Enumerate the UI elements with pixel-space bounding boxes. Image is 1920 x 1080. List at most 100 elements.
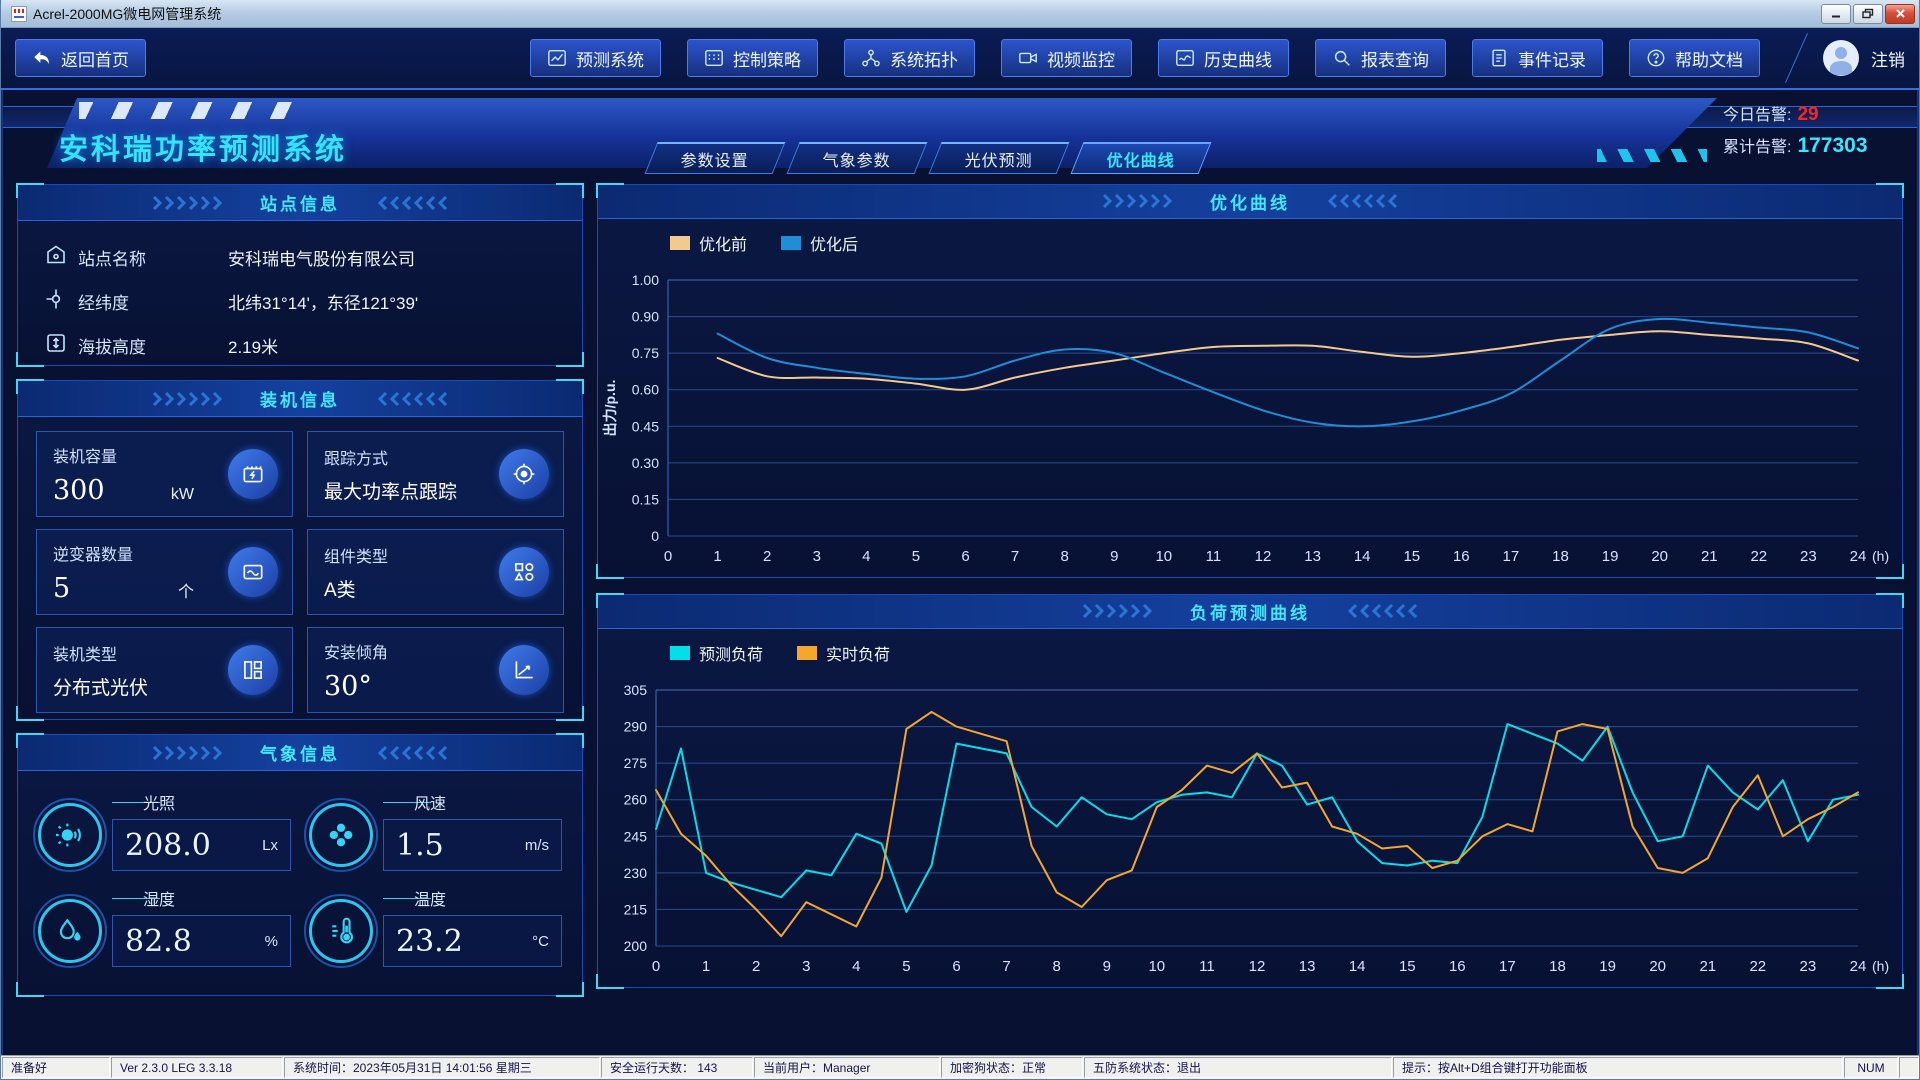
svg-text:290: 290 bbox=[624, 719, 648, 735]
location-icon bbox=[44, 287, 78, 316]
nav-divider bbox=[1785, 33, 1808, 83]
legend-item-realtime-load[interactable]: 实时负荷 bbox=[797, 641, 890, 665]
wind-gauge: 风速 1.5 m/s bbox=[309, 789, 562, 871]
tab-parameter-settings[interactable]: 参数设置 bbox=[645, 142, 786, 174]
svg-text:6: 6 bbox=[952, 958, 960, 975]
status-version: Ver 2.3.0 LEG 3.3.18 bbox=[111, 1057, 283, 1078]
panel-title: 装机信息 bbox=[260, 386, 340, 411]
svg-text:2: 2 bbox=[763, 548, 771, 565]
gauge-label: 湿度 bbox=[112, 885, 291, 911]
svg-text:18: 18 bbox=[1549, 958, 1566, 975]
svg-text:0.15: 0.15 bbox=[632, 491, 659, 507]
svg-text:15: 15 bbox=[1403, 548, 1420, 565]
svg-text:4: 4 bbox=[862, 548, 870, 565]
svg-text:14: 14 bbox=[1349, 958, 1366, 975]
panel-title: 气象信息 bbox=[260, 740, 340, 765]
slash-decoration-icon bbox=[79, 102, 309, 119]
svg-text:260: 260 bbox=[624, 792, 648, 808]
capacity-icon bbox=[228, 449, 278, 499]
titlebar: Acrel-2000MG微电网管理系统 bbox=[1, 0, 1919, 28]
nav-topology-button[interactable]: 系统拓扑 bbox=[844, 39, 975, 77]
svg-text:21: 21 bbox=[1699, 958, 1716, 975]
site-name-row: 站点名称 安科瑞电气股份有限公司 bbox=[44, 235, 562, 279]
today-alarm-value: 29 bbox=[1797, 100, 1818, 130]
svg-text:24: 24 bbox=[1850, 548, 1867, 565]
home-icon bbox=[44, 243, 78, 272]
nav-video-button[interactable]: 视频监控 bbox=[1001, 39, 1132, 77]
svg-text:0.45: 0.45 bbox=[632, 418, 659, 434]
tab-pv-forecast[interactable]: 光伏预测 bbox=[929, 142, 1070, 174]
nav-strategy-button[interactable]: 控制策略 bbox=[687, 39, 818, 77]
legend-item-forecast-load[interactable]: 预测负荷 bbox=[670, 641, 763, 665]
chart-legend: 优化前 优化后 bbox=[598, 219, 1902, 268]
svg-text:0: 0 bbox=[664, 548, 672, 565]
restore-button[interactable] bbox=[1853, 4, 1883, 24]
weather-info-panel: 气象信息 光照 208.0 bbox=[17, 734, 583, 996]
inverter-card: 逆变器数量 5 个 bbox=[36, 529, 293, 615]
svg-text:1: 1 bbox=[713, 548, 721, 565]
status-hint: 提示：按Alt+D组合键打开功能面板 bbox=[1393, 1057, 1843, 1078]
status-wufang: 五防系统状态：退出 bbox=[1084, 1057, 1392, 1078]
close-button[interactable] bbox=[1885, 4, 1915, 24]
nav-report-button[interactable]: 报表查询 bbox=[1315, 39, 1446, 77]
nav-history-button[interactable]: 历史曲线 bbox=[1158, 39, 1289, 77]
svg-text:18: 18 bbox=[1552, 548, 1569, 565]
back-home-button[interactable]: 返回首页 bbox=[15, 39, 146, 77]
chevrons-left-icon bbox=[364, 746, 448, 760]
alarm-summary: 今日告警: 29 累计告警: 177303 bbox=[1723, 100, 1903, 163]
optimization-chart: 00.150.300.450.600.750.901.0001234567891… bbox=[598, 268, 1902, 577]
app-icon bbox=[11, 6, 27, 22]
svg-text:22: 22 bbox=[1749, 958, 1766, 975]
minimize-button[interactable] bbox=[1821, 4, 1851, 24]
svg-text:3: 3 bbox=[813, 548, 821, 565]
svg-text:200: 200 bbox=[624, 938, 648, 954]
status-dongle: 加密狗状态：正常 bbox=[941, 1057, 1083, 1078]
svg-text:0: 0 bbox=[652, 958, 660, 975]
nav-forecast-button[interactable]: 预测系统 bbox=[530, 39, 661, 77]
nav-events-button[interactable]: 事件记录 bbox=[1472, 39, 1603, 77]
tracking-card: 跟踪方式 最大功率点跟踪 bbox=[307, 431, 564, 517]
chevrons-right-icon bbox=[152, 196, 236, 210]
chevrons-left-icon bbox=[1334, 604, 1418, 618]
legend-swatch bbox=[670, 236, 690, 250]
sun-icon bbox=[38, 803, 102, 867]
chevrons-left-icon bbox=[1314, 194, 1398, 208]
status-ready: 准备好 bbox=[2, 1057, 110, 1078]
chevrons-right-icon bbox=[1102, 194, 1186, 208]
svg-text:8: 8 bbox=[1053, 958, 1061, 975]
nav-help-button[interactable]: 帮助文档 bbox=[1629, 39, 1760, 77]
tab-weather-params[interactable]: 气象参数 bbox=[787, 142, 928, 174]
site-altitude-row: 海拔高度 2.19米 bbox=[44, 323, 562, 367]
tilt-card: 安装倾角 30° bbox=[307, 627, 564, 713]
gauge-label: 温度 bbox=[383, 885, 562, 911]
panel-title: 站点信息 bbox=[260, 190, 340, 215]
top-navbar: 返回首页 预测系统 控制策略 系统拓扑 bbox=[1, 28, 1919, 90]
legend-item-before[interactable]: 优化前 bbox=[670, 231, 747, 255]
svg-text:(h): (h) bbox=[1872, 958, 1889, 974]
svg-text:5: 5 bbox=[902, 958, 910, 975]
svg-text:0.60: 0.60 bbox=[632, 382, 659, 398]
user-avatar bbox=[1823, 40, 1859, 76]
svg-text:出力/p.u.: 出力/p.u. bbox=[602, 380, 618, 437]
svg-text:20: 20 bbox=[1651, 548, 1668, 565]
svg-text:10: 10 bbox=[1148, 958, 1165, 975]
svg-text:305: 305 bbox=[624, 682, 648, 698]
forecast-icon bbox=[547, 48, 567, 68]
chevrons-right-icon bbox=[152, 392, 236, 406]
logout-button[interactable]: 注销 bbox=[1871, 46, 1905, 71]
svg-text:24: 24 bbox=[1850, 958, 1867, 975]
window-title: Acrel-2000MG微电网管理系统 bbox=[33, 4, 221, 24]
total-alarm-value: 177303 bbox=[1797, 131, 1867, 161]
chart-title: 负荷预测曲线 bbox=[1190, 599, 1310, 624]
svg-text:21: 21 bbox=[1701, 548, 1718, 565]
svg-text:16: 16 bbox=[1453, 548, 1470, 565]
tab-optimization-curve[interactable]: 优化曲线 bbox=[1071, 142, 1212, 174]
svg-text:12: 12 bbox=[1249, 958, 1266, 975]
svg-text:1: 1 bbox=[702, 958, 710, 975]
altitude-icon bbox=[44, 331, 78, 360]
install-type-icon bbox=[228, 645, 278, 695]
legend-swatch bbox=[670, 646, 690, 660]
svg-text:13: 13 bbox=[1299, 958, 1316, 975]
report-icon bbox=[1332, 48, 1352, 68]
legend-item-after[interactable]: 优化后 bbox=[781, 231, 858, 255]
